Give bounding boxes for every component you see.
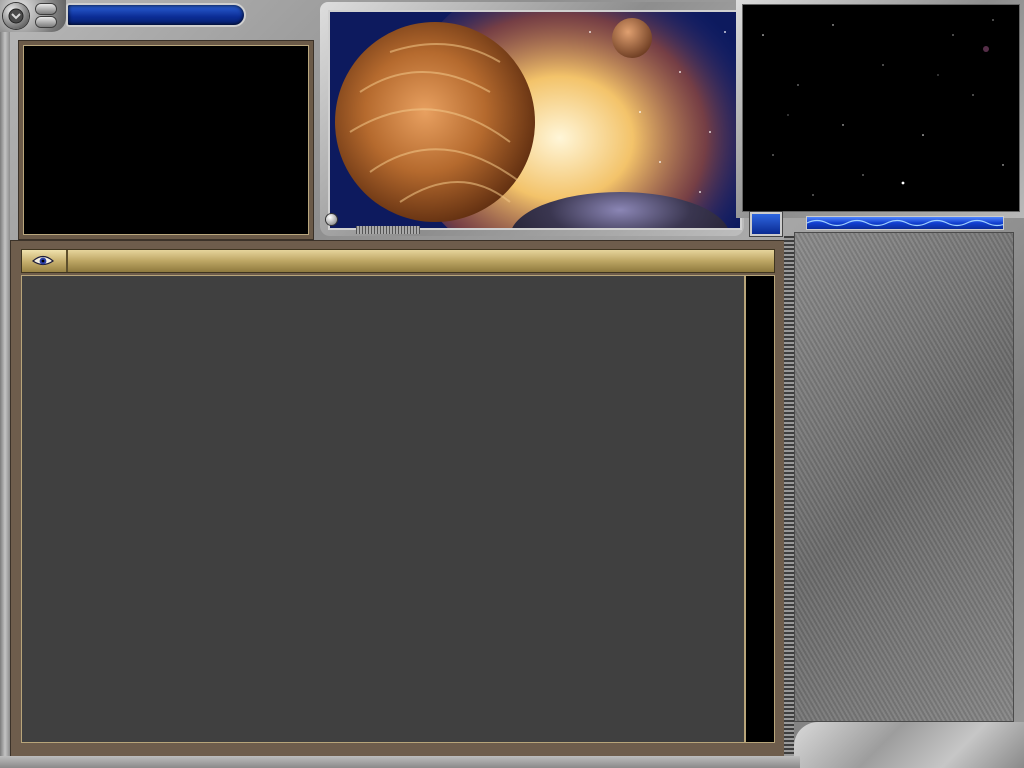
game-screen (0, 0, 1024, 768)
tab-view[interactable] (22, 250, 68, 272)
corner-plate (794, 722, 1024, 768)
portrait-viewport (18, 40, 314, 240)
message-log-panel (10, 240, 786, 758)
portrait-screen (23, 45, 309, 235)
planet-view-knob[interactable] (326, 214, 337, 225)
side-panel (794, 232, 1014, 722)
message-log[interactable] (21, 275, 745, 743)
options-button[interactable] (36, 17, 56, 27)
planet-scene (330, 12, 740, 228)
planet-view-grill (356, 226, 420, 234)
bottom-metal-rail (0, 756, 800, 768)
right-divider (784, 236, 794, 756)
starfield-scene (762, 19, 1004, 196)
left-metal-rail (0, 30, 10, 760)
eye-icon (32, 255, 54, 266)
log-scrollbar[interactable] (745, 275, 775, 743)
minimize-button[interactable] (36, 4, 56, 14)
map-toggle-button[interactable] (750, 212, 782, 236)
log-header (21, 249, 775, 273)
title-bar (66, 3, 246, 27)
system-menu-button[interactable] (3, 3, 29, 29)
star-map[interactable] (742, 4, 1020, 212)
planet-image (328, 10, 742, 230)
system-button-cluster (0, 0, 66, 32)
energy-wave (807, 219, 1003, 227)
chevron-down-icon (8, 8, 24, 24)
energy-bar (806, 216, 1004, 230)
